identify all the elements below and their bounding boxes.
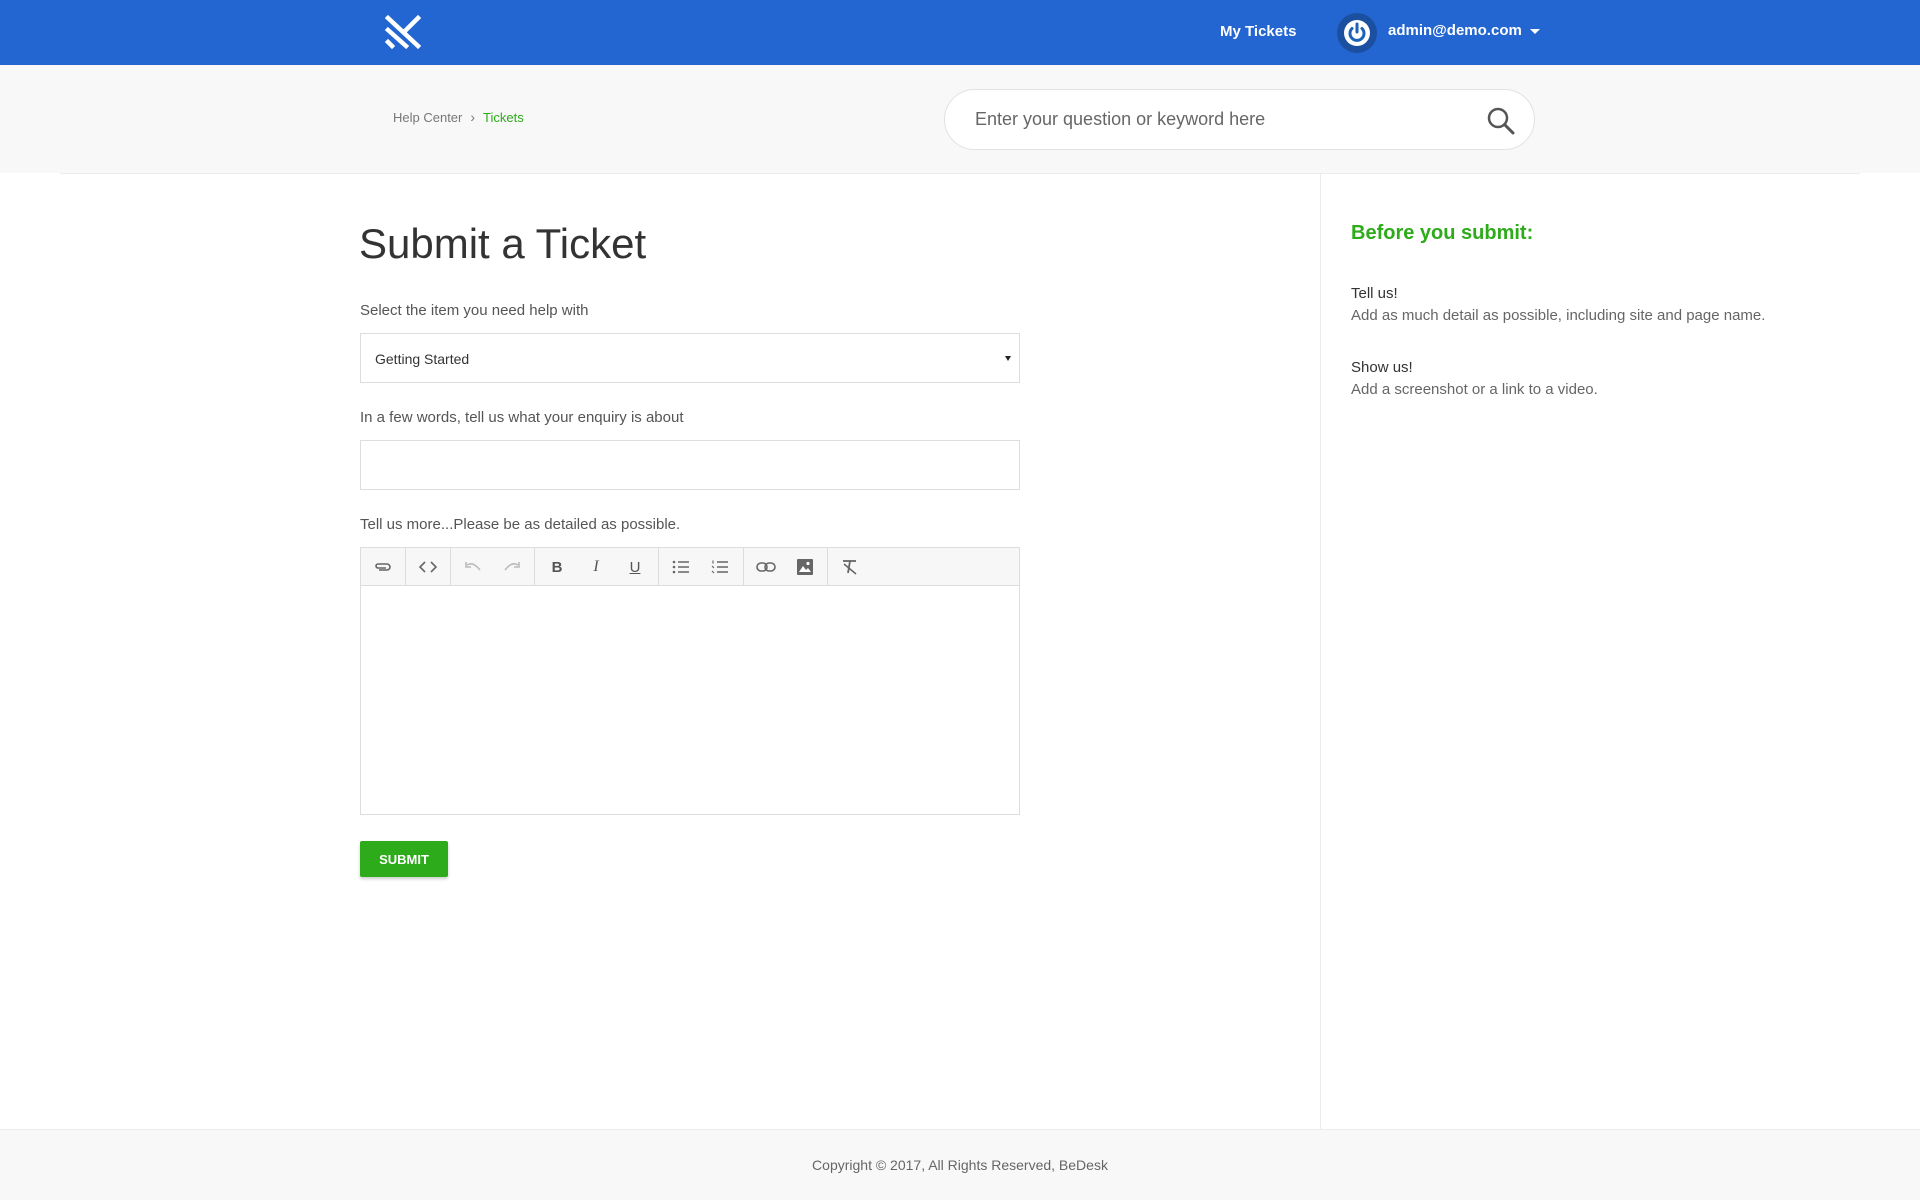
clear-format-icon[interactable]	[837, 554, 863, 580]
chevron-right-icon: ›	[470, 109, 476, 125]
subheader: Help Center › Tickets	[0, 65, 1920, 173]
top-navigation-bar: My Tickets admin@demo.com	[0, 0, 1920, 65]
tip-heading: Tell us!	[1351, 285, 1398, 302]
item-select-label: Select the item you need help with	[360, 302, 589, 319]
editor-toolbar: B I U	[361, 548, 1019, 586]
caret-down-icon	[1529, 29, 1540, 34]
subject-field[interactable]	[361, 441, 1019, 489]
italic-icon[interactable]: I	[583, 554, 609, 580]
footer: Copyright © 2017, All Rights Reserved, B…	[0, 1129, 1920, 1200]
user-menu[interactable]: admin@demo.com	[1388, 22, 1540, 39]
toolbar-divider	[534, 548, 535, 586]
power-icon	[1344, 20, 1370, 46]
page-title: Submit a Ticket	[359, 220, 647, 267]
attach-icon[interactable]	[370, 554, 396, 580]
item-select-value: Getting Started	[375, 351, 470, 367]
search-icon[interactable]	[1485, 105, 1517, 137]
toolbar-divider	[827, 548, 828, 586]
subject-label: In a few words, tell us what your enquir…	[360, 409, 684, 426]
undo-icon[interactable]	[460, 554, 486, 580]
details-label: Tell us more...Please be as detailed as …	[360, 516, 681, 533]
avatar[interactable]	[1337, 13, 1377, 53]
numbered-list-icon[interactable]	[707, 554, 733, 580]
image-icon[interactable]	[792, 554, 818, 580]
sidebar-title: Before you submit:	[1351, 222, 1534, 244]
copyright-text: Copyright © 2017, All Rights Reserved, B…	[812, 1157, 1108, 1173]
bold-icon[interactable]: B	[544, 554, 570, 580]
my-tickets-link[interactable]: My Tickets	[1220, 23, 1296, 40]
search-box	[944, 89, 1535, 150]
code-icon[interactable]	[415, 554, 441, 580]
breadcrumb: Help Center › Tickets	[393, 109, 524, 125]
toolbar-divider	[658, 548, 659, 586]
rich-text-editor: B I U	[360, 547, 1020, 815]
editor-content-area[interactable]	[361, 586, 1019, 814]
toolbar-divider	[450, 548, 451, 586]
link-icon[interactable]	[753, 554, 779, 580]
toolbar-divider	[405, 548, 406, 586]
toolbar-divider	[743, 548, 744, 586]
tip-text: Add a screenshot or a link to a video.	[1351, 381, 1598, 398]
submit-button[interactable]: SUBMIT	[360, 841, 448, 877]
redo-icon[interactable]	[499, 554, 525, 580]
tip-heading: Show us!	[1351, 359, 1413, 376]
breadcrumb-help-center[interactable]: Help Center	[393, 110, 462, 125]
logo[interactable]	[384, 14, 422, 50]
user-email: admin@demo.com	[1388, 22, 1522, 39]
bullet-list-icon[interactable]	[668, 554, 694, 580]
divider	[60, 173, 1860, 174]
breadcrumb-tickets[interactable]: Tickets	[483, 110, 524, 125]
tip-text: Add as much detail as possible, includin…	[1351, 307, 1766, 324]
subject-field-wrapper	[360, 440, 1020, 490]
sidebar-divider	[1320, 174, 1321, 1129]
underline-icon[interactable]: U	[622, 554, 648, 580]
search-input[interactable]	[975, 90, 1455, 149]
item-select[interactable]: Getting Started	[360, 333, 1020, 383]
chevron-down-icon	[1005, 356, 1011, 361]
